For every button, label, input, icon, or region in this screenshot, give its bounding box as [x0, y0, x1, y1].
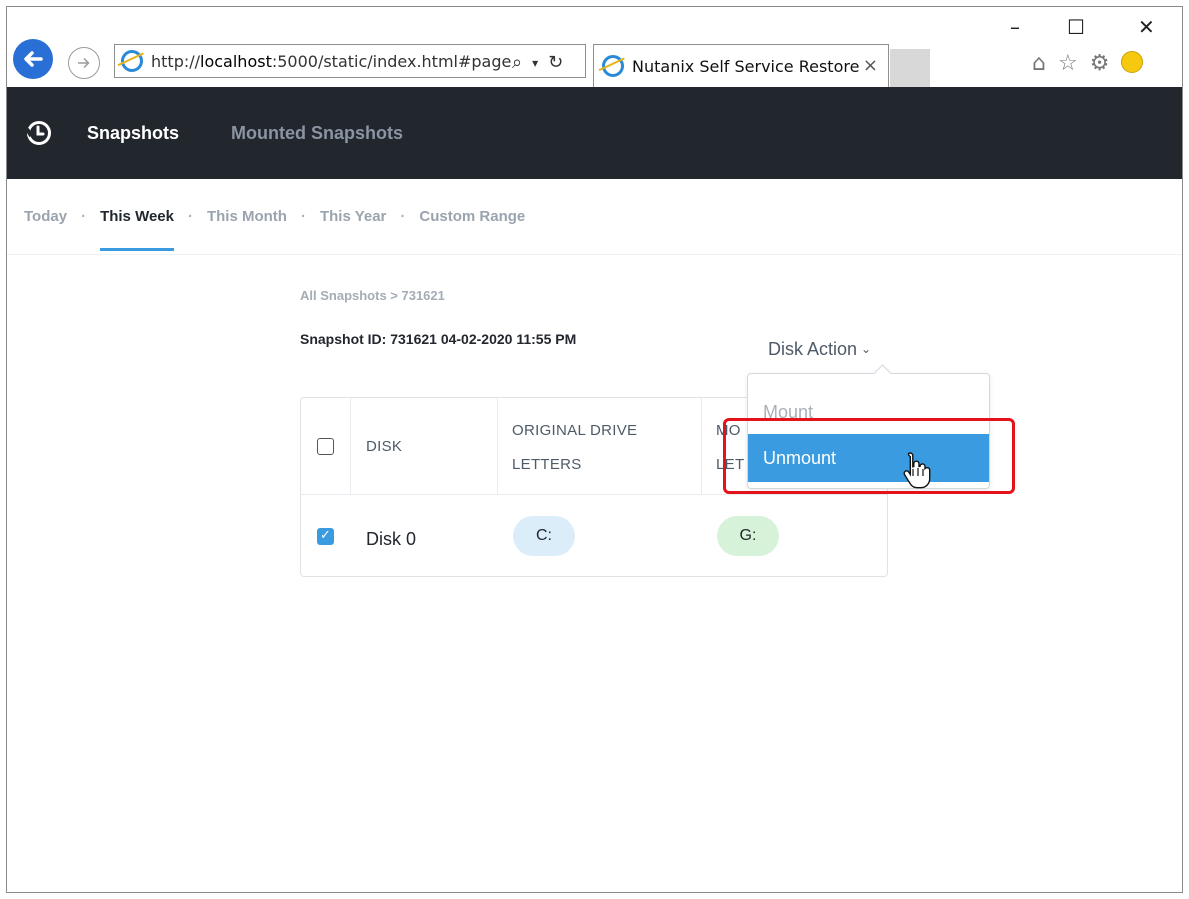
arrow-right-icon — [78, 57, 90, 69]
tab-title: Nutanix Self Service Restore — [632, 56, 860, 76]
address-tools: ⌕ ▾ ↻ — [512, 52, 563, 74]
separator: · — [400, 208, 406, 225]
url-rest: :5000/static/index.html#page — [271, 51, 512, 71]
chevron-down-icon: ⌄ — [861, 342, 872, 356]
history-icon[interactable] — [25, 119, 53, 147]
time-filter-tabs: Today · This Week · This Month · This Ye… — [7, 179, 1182, 255]
original-drive-badge: C: — [513, 516, 575, 556]
feedback-icon[interactable] — [1121, 51, 1144, 73]
minimize-button[interactable]: – — [1010, 15, 1020, 39]
divider — [701, 398, 702, 495]
browser-toolbar: ⌂ ☆ ⚙ — [1032, 51, 1144, 76]
star-icon[interactable]: ☆ — [1058, 51, 1078, 76]
url-prefix: http:// — [151, 51, 201, 71]
row-checkbox[interactable]: ✓ — [317, 528, 334, 545]
ie-icon — [602, 55, 624, 77]
disk-action-dropdown[interactable]: Disk Action ⌄ — [768, 339, 871, 360]
home-icon[interactable]: ⌂ — [1032, 51, 1046, 76]
browser-tab[interactable]: Nutanix Self Service Restore × — [593, 44, 889, 87]
header-original-drive: ORIGINAL DRIVE — [512, 422, 638, 439]
separator: · — [187, 208, 193, 225]
tab-today[interactable]: Today — [24, 208, 67, 225]
tab-custom-range[interactable]: Custom Range — [419, 208, 525, 225]
maximize-button[interactable]: ☐ — [1067, 15, 1085, 39]
tab-this-year[interactable]: This Year — [320, 208, 386, 225]
back-button[interactable] — [13, 39, 53, 79]
new-tab-button[interactable] — [890, 49, 930, 87]
separator: · — [81, 208, 87, 225]
page-title: Snapshot ID: 731621 04-02-2020 11:55 PM — [300, 331, 577, 347]
select-all-checkbox[interactable] — [317, 438, 334, 455]
ie-icon — [121, 50, 143, 72]
refresh-icon[interactable]: ↻ — [548, 52, 563, 74]
browser-window: – ☐ ✕ http://localhost:5000/static/index… — [6, 6, 1183, 893]
arrow-left-icon — [24, 51, 43, 67]
tab-this-week[interactable]: This Week — [100, 208, 174, 251]
breadcrumb[interactable]: All Snapshots > 731621 — [300, 288, 445, 303]
nav-snapshots[interactable]: Snapshots — [87, 123, 179, 144]
nav-mounted-snapshots[interactable]: Mounted Snapshots — [231, 123, 403, 144]
browser-chrome: – ☐ ✕ http://localhost:5000/static/index… — [7, 7, 1182, 87]
hand-cursor-icon — [903, 452, 931, 489]
disk-action-label: Disk Action — [768, 339, 858, 359]
tab-close-icon[interactable]: × — [863, 55, 878, 76]
divider — [350, 398, 351, 495]
separator: · — [300, 208, 306, 225]
gear-icon[interactable]: ⚙ — [1090, 51, 1110, 76]
chevron-down-icon[interactable]: ▾ — [532, 52, 538, 74]
search-icon[interactable]: ⌕ — [512, 52, 522, 74]
divider — [497, 398, 498, 495]
app-navbar: Snapshots Mounted Snapshots — [7, 87, 1182, 179]
close-window-button[interactable]: ✕ — [1138, 15, 1155, 39]
tab-this-month[interactable]: This Month — [207, 208, 287, 225]
header-disk: DISK — [366, 438, 403, 455]
mounted-drive-badge: G: — [717, 516, 779, 556]
url-host: localhost — [200, 51, 272, 71]
header-original-letters: LETTERS — [512, 456, 582, 473]
forward-button[interactable] — [68, 47, 100, 79]
highlight-box — [723, 418, 1015, 494]
disk-name: Disk 0 — [366, 529, 417, 549]
